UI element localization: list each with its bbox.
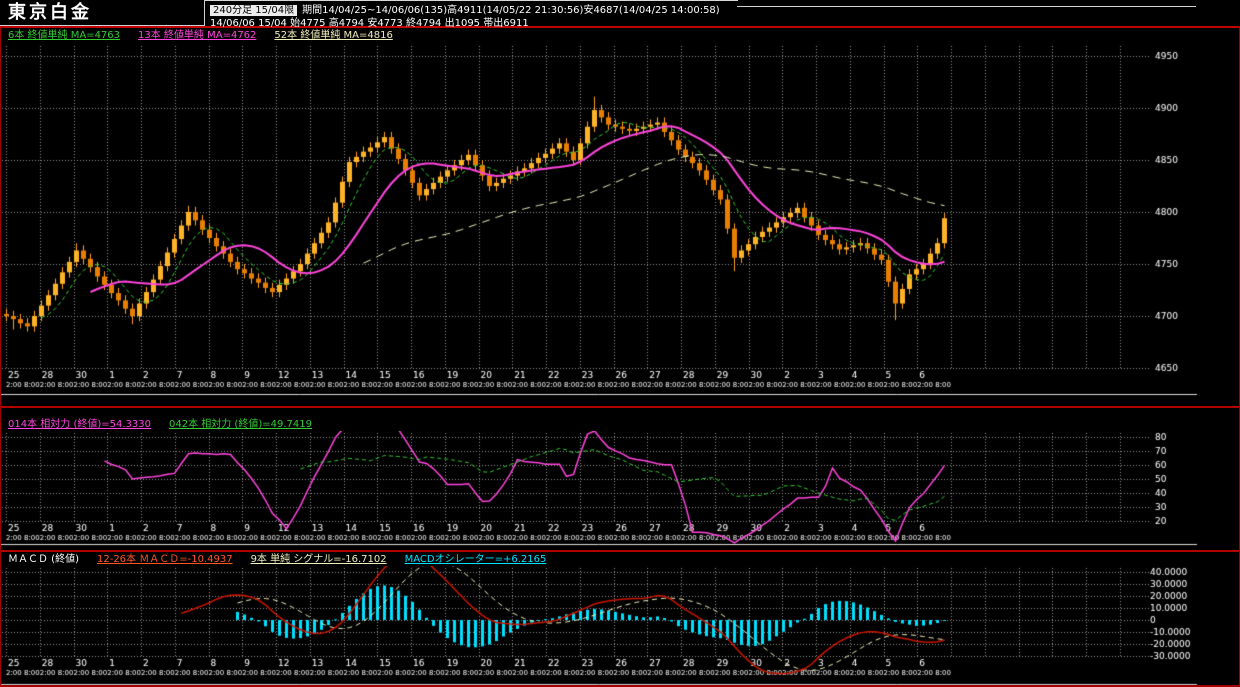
header-row-2: 14/06/06 15/04 始4775 高4794 安4773 終4794 出… — [210, 14, 529, 29]
macd-chart[interactable] — [0, 566, 1240, 687]
rsi-chart[interactable] — [0, 431, 1240, 547]
ma52-legend: 52本 終値単純 MA=4816 — [274, 30, 393, 41]
macd-title: ＭＡＣＤ (終値) — [8, 554, 79, 565]
rsi42-legend: 042本 相対力 (終値)=49.7419 — [168, 419, 312, 430]
oscillator-legend: MACDオシレーター=+6.2165 — [404, 554, 547, 565]
ma-legend: 6本 終値単純 MA=4763 13本 終値単純 MA=4762 52本 終値単純 … — [8, 30, 411, 42]
quote-line: 14/06/06 15/04 始4775 高4794 安4773 終4794 出… — [210, 18, 529, 29]
top-edge-divider — [205, 0, 738, 1]
macd-value-legend: 12-26本 ＭＡＣＤ=-10.4937 — [96, 554, 233, 565]
instrument-title: 東京白金 — [0, 0, 205, 26]
header-bar: 東京白金 240分足 15/04限 期間14/04/25~14/06/06(135… — [0, 0, 1240, 29]
signal-value-legend: 9本 単純 シグナル=-16.7102 — [250, 554, 387, 565]
candlestick-chart[interactable] — [0, 42, 1240, 398]
ma13-legend: 13本 終値単純 MA=4762 — [138, 30, 257, 41]
rsi-legend: 014本 相対力 (終値)=54.3330 042本 相対力 (終値)=49.74… — [8, 419, 330, 431]
panel-separator — [0, 406, 1240, 408]
top-right-divider — [737, 6, 1196, 7]
chart-window: 東京白金 240分足 15/04限 期間14/04/25~14/06/06(135… — [0, 0, 1240, 687]
panel-separator — [0, 550, 1240, 552]
macd-legend: ＭＡＣＤ (終値) 12-26本 ＭＡＣＤ=-10.4937 9本 単純 シグナル=… — [8, 554, 564, 566]
rsi14-legend: 014本 相対力 (終値)=54.3330 — [8, 419, 151, 430]
ma6-legend: 6本 終値単純 MA=4763 — [8, 30, 121, 41]
